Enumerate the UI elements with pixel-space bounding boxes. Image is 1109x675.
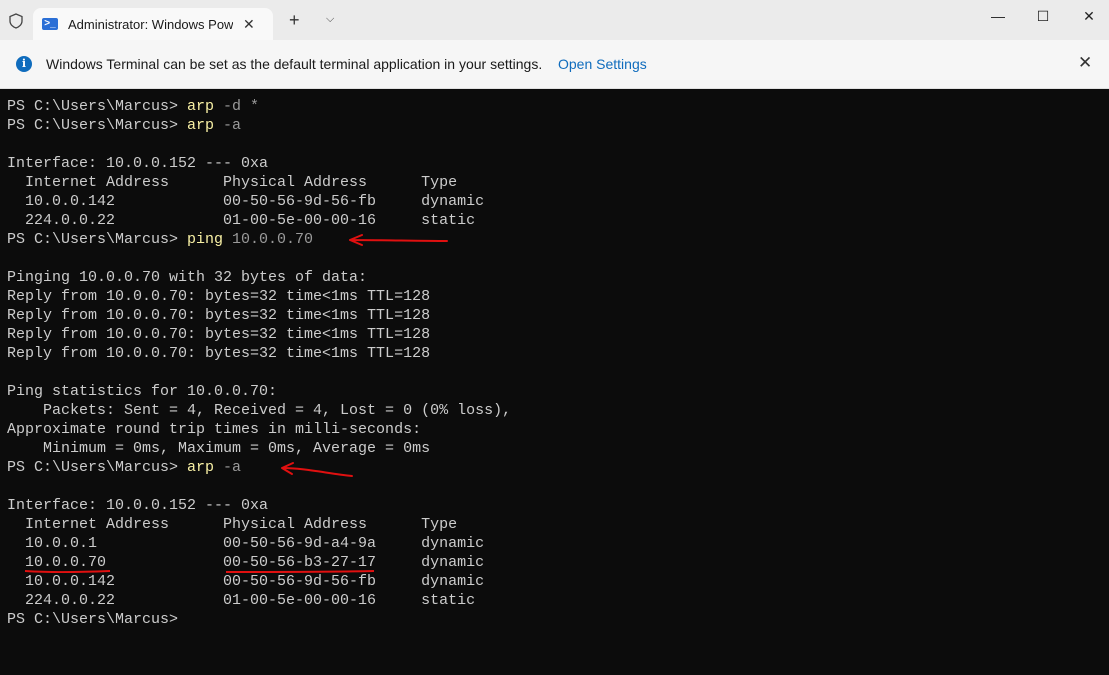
terminal-line: PS C:\Users\Marcus>: [7, 610, 511, 629]
terminal-line: Reply from 10.0.0.70: bytes=32 time<1ms …: [7, 344, 511, 363]
output-text: Ping statistics for 10.0.0.70:: [7, 383, 278, 400]
command-args: -a: [214, 117, 242, 134]
terminal-line: Reply from 10.0.0.70: bytes=32 time<1ms …: [7, 325, 511, 344]
output-text: Internet Address Physical Address Type: [7, 516, 458, 533]
command-args: -a: [214, 459, 242, 476]
info-close-icon[interactable]: ✕: [1078, 53, 1092, 73]
command-text: arp: [187, 117, 215, 134]
terminal-line: Pinging 10.0.0.70 with 32 bytes of data:: [7, 268, 511, 287]
terminal-line: PS C:\Users\Marcus> arp -a: [7, 458, 511, 477]
terminal-line: Interface: 10.0.0.152 --- 0xa: [7, 154, 511, 173]
prompt-text: PS C:\Users\Marcus>: [7, 231, 188, 248]
terminal-line: Minimum = 0ms, Maximum = 0ms, Average = …: [7, 439, 511, 458]
command-text: ping: [187, 231, 224, 248]
powershell-icon: >_: [42, 18, 58, 30]
new-tab-button[interactable]: +: [289, 10, 300, 31]
output-text: Pinging 10.0.0.70 with 32 bytes of data:: [7, 269, 368, 286]
output-text: Reply from 10.0.0.70: bytes=32 time<1ms …: [7, 326, 431, 343]
output-text: Approximate round trip times in milli-se…: [7, 421, 422, 438]
title-bar: >_ Administrator: Windows PowerShell ✕ +…: [0, 0, 1109, 40]
info-bar: i Windows Terminal can be set as the def…: [0, 40, 1109, 89]
terminal-line: Approximate round trip times in milli-se…: [7, 420, 511, 439]
output-text: 10.0.0.70 00-50-56-b3-27-17 dynamic: [7, 554, 485, 571]
terminal-line: 10.0.0.142 00-50-56-9d-56-fb dynamic: [7, 572, 511, 591]
output-text: Reply from 10.0.0.70: bytes=32 time<1ms …: [7, 307, 431, 324]
prompt-text: PS C:\Users\Marcus>: [7, 117, 188, 134]
output-text: Reply from 10.0.0.70: bytes=32 time<1ms …: [7, 288, 431, 305]
output-text: Interface: 10.0.0.152 --- 0xa: [7, 155, 269, 172]
terminal-line: 224.0.0.22 01-00-5e-00-00-16 static: [7, 591, 511, 610]
output-text: Packets: Sent = 4, Received = 4, Lost = …: [7, 402, 512, 419]
output-text: Minimum = 0ms, Maximum = 0ms, Average = …: [7, 440, 431, 457]
info-icon: i: [16, 56, 32, 72]
output-text: 224.0.0.22 01-00-5e-00-00-16 static: [7, 212, 476, 229]
open-settings-link[interactable]: Open Settings: [558, 56, 647, 72]
terminal-line: Reply from 10.0.0.70: bytes=32 time<1ms …: [7, 287, 511, 306]
terminal-line: Packets: Sent = 4, Received = 4, Lost = …: [7, 401, 511, 420]
terminal-line: Internet Address Physical Address Type: [7, 173, 511, 192]
output-text: Reply from 10.0.0.70: bytes=32 time<1ms …: [7, 345, 431, 362]
tab-close-icon[interactable]: ✕: [243, 16, 255, 33]
tab-powershell[interactable]: >_ Administrator: Windows PowerShell ✕: [33, 8, 273, 40]
output-text: PS C:\Users\Marcus>: [7, 611, 188, 628]
terminal-line: 10.0.0.142 00-50-56-9d-56-fb dynamic: [7, 192, 511, 211]
maximize-button[interactable]: ☐: [1020, 8, 1066, 25]
terminal-line: Interface: 10.0.0.152 --- 0xa: [7, 496, 511, 515]
terminal-line: 224.0.0.22 01-00-5e-00-00-16 static: [7, 211, 511, 230]
terminal-line: 10.0.0.70 00-50-56-b3-27-17 dynamic: [7, 553, 511, 572]
prompt-text: PS C:\Users\Marcus>: [7, 459, 188, 476]
shield-icon: [9, 13, 23, 29]
terminal-line: PS C:\Users\Marcus> arp -a: [7, 116, 511, 135]
minimize-button[interactable]: —: [975, 8, 1021, 24]
terminal-line: 10.0.0.1 00-50-56-9d-a4-9a dynamic: [7, 534, 511, 553]
terminal-line: Internet Address Physical Address Type: [7, 515, 511, 534]
command-text: arp: [187, 98, 215, 115]
command-args: 10.0.0.70: [223, 231, 314, 248]
terminal-line: PS C:\Users\Marcus> arp -d *: [7, 97, 511, 116]
output-text: Internet Address Physical Address Type: [7, 174, 458, 191]
tab-title: Administrator: Windows PowerShell: [68, 16, 233, 32]
terminal-line: Reply from 10.0.0.70: bytes=32 time<1ms …: [7, 306, 511, 325]
close-window-button[interactable]: ✕: [1066, 8, 1109, 25]
output-text: 224.0.0.22 01-00-5e-00-00-16 static: [7, 592, 476, 609]
command-text: arp: [187, 459, 215, 476]
output-text: 10.0.0.1 00-50-56-9d-a4-9a dynamic: [7, 535, 485, 552]
prompt-text: PS C:\Users\Marcus>: [7, 98, 188, 115]
terminal-line: PS C:\Users\Marcus> ping 10.0.0.70: [7, 230, 511, 249]
terminal-output[interactable]: PS C:\Users\Marcus> arp -d * PS C:\Users\…: [7, 97, 511, 629]
output-text: 10.0.0.142 00-50-56-9d-56-fb dynamic: [7, 573, 485, 590]
info-message: Windows Terminal can be set as the defau…: [46, 56, 543, 72]
chevron-down-icon[interactable]: ⌵: [326, 13, 334, 26]
output-text: 10.0.0.142 00-50-56-9d-56-fb dynamic: [7, 193, 485, 210]
command-args: -d *: [214, 98, 260, 115]
terminal-line: Ping statistics for 10.0.0.70:: [7, 382, 511, 401]
output-text: Interface: 10.0.0.152 --- 0xa: [7, 497, 269, 514]
